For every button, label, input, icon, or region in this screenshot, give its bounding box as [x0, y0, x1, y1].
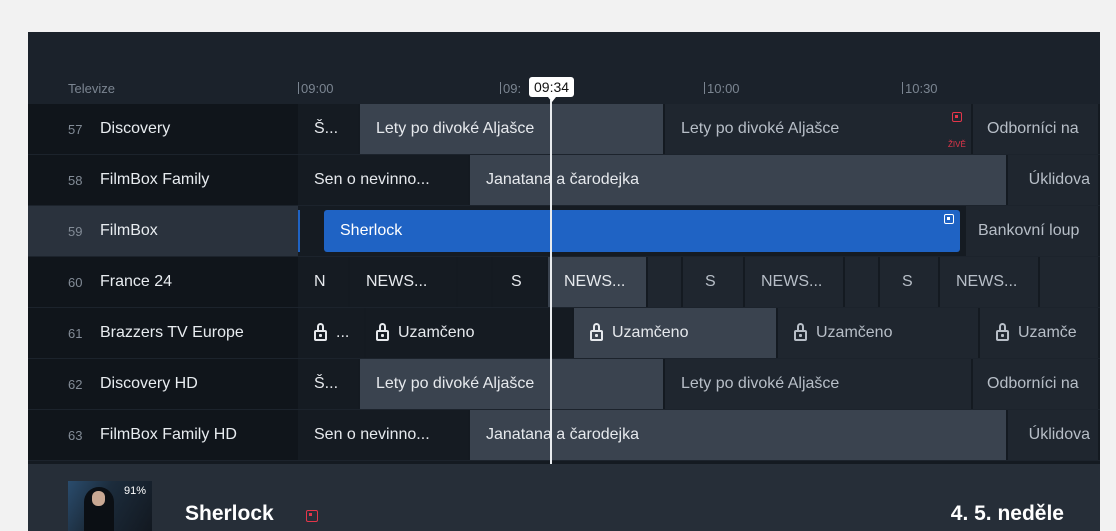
program-block[interactable]: Uzamčeno [778, 308, 980, 358]
program-block[interactable]: NEWS... [350, 257, 458, 307]
channel-number: 58 [68, 172, 83, 188]
time-tick: 10:30 [902, 81, 938, 96]
program-block[interactable]: Uzamče [980, 308, 1100, 358]
program-block[interactable]: Lety po divoké Aljašce [360, 359, 665, 409]
channel-number: 57 [68, 121, 83, 137]
channel-name: FilmBox Family [100, 171, 210, 188]
program-block[interactable]: Lety po divoké Aljašce ŽIVĚ [665, 104, 973, 154]
channel-row: 61 Brazzers TV Europe ... Uzamčeno Uzamč… [28, 308, 1100, 359]
program-strip: ... Uzamčeno Uzamčeno Uzamčeno Uzamče [298, 308, 1100, 359]
program-title: Sherlock [340, 222, 403, 239]
channel-row: 63 FilmBox Family HD Sen o nevinno... Ja… [28, 410, 1100, 461]
channel-name: Discovery [100, 120, 171, 137]
program-block[interactable]: NEWS... [548, 257, 648, 307]
epg-frame: Televize 09:00 09: 10:00 10:30 57 Discov… [28, 32, 1100, 531]
program-block[interactable]: Sen o nevinno... [298, 155, 470, 205]
program-block[interactable]: S [493, 257, 548, 307]
program-block[interactable]: S [880, 257, 940, 307]
program-strip: Š... Lety po divoké Aljašce Lety po divo… [298, 359, 1100, 410]
live-label: ŽIVĚ [948, 140, 966, 149]
lock-icon [590, 323, 603, 341]
channel-cell[interactable]: 59 FilmBox [28, 206, 298, 257]
current-time-line [550, 100, 552, 464]
channel-cell[interactable]: 63 FilmBox Family HD [28, 410, 298, 461]
record-icon[interactable] [306, 510, 318, 522]
record-icon [944, 214, 954, 224]
channel-cell[interactable]: 62 Discovery HD [28, 359, 298, 410]
lock-icon [314, 323, 327, 341]
program-block[interactable]: Odborníci na [973, 359, 1100, 409]
channel-number: 60 [68, 274, 83, 290]
program-block[interactable]: Lety po divoké Aljašce [665, 359, 973, 409]
time-tick: 09: [500, 81, 521, 96]
program-title: Lety po divoké Aljašce [681, 120, 840, 137]
program-block[interactable]: Úklidova [1008, 155, 1100, 205]
channel-number: 59 [68, 223, 83, 239]
selected-program[interactable]: Sherlock [324, 210, 960, 252]
lock-icon [794, 323, 807, 341]
program-detail-bar: 91% Sherlock 4. 5. neděle [28, 464, 1100, 531]
channel-cell[interactable]: 61 Brazzers TV Europe [28, 308, 298, 359]
channel-row: 57 Discovery Š... Lety po divoké Aljašce… [28, 104, 1100, 155]
current-time-label: 09:34 [529, 77, 575, 102]
channel-row: 58 FilmBox Family Sen o nevinno... Janat… [28, 155, 1100, 206]
program-block[interactable] [648, 257, 683, 307]
channel-row: 60 France 24 N NEWS... S NEWS... S NEWS.… [28, 257, 1100, 308]
program-block[interactable]: N [298, 257, 350, 307]
program-block[interactable] [1040, 257, 1100, 307]
channel-name: France 24 [100, 273, 173, 290]
program-thumbnail[interactable]: 91% [68, 481, 152, 531]
channel-cell[interactable]: 60 France 24 [28, 257, 298, 308]
channel-row-selected: 59 FilmBox Sherlock Bankovní loup [28, 206, 1100, 257]
progress-percent: 91% [124, 485, 147, 497]
lock-icon [996, 323, 1009, 341]
program-block[interactable]: Lety po divoké Aljašce [360, 104, 665, 154]
program-strip: N NEWS... S NEWS... S NEWS... S NEWS... [298, 257, 1100, 308]
program-block[interactable]: NEWS... [745, 257, 845, 307]
channel-row: 62 Discovery HD Š... Lety po divoké Alja… [28, 359, 1100, 410]
channel-cell[interactable]: 57 Discovery [28, 104, 298, 155]
time-tick: 09:00 [298, 81, 334, 96]
channel-number: 61 [68, 325, 83, 341]
program-block[interactable]: Š... [298, 359, 360, 409]
lock-icon [376, 323, 389, 341]
channel-name: Brazzers TV Europe [100, 324, 244, 341]
channel-number: 63 [68, 427, 83, 443]
program-date: 4. 5. neděle [950, 502, 1064, 525]
program-block[interactable] [458, 257, 493, 307]
channel-number: 62 [68, 376, 83, 392]
program-strip: Sherlock Bankovní loup [298, 206, 1100, 257]
channel-name: Discovery HD [100, 375, 198, 392]
program-block[interactable] [845, 257, 880, 307]
channel-name: FilmBox [100, 222, 158, 239]
program-block[interactable]: Bankovní loup [966, 206, 1100, 256]
program-block[interactable]: NEWS... [940, 257, 1040, 307]
channel-cell[interactable]: 58 FilmBox Family [28, 155, 298, 206]
program-block[interactable]: Uzamčeno [366, 308, 574, 358]
program-strip: Š... Lety po divoké Aljašce Lety po divo… [298, 104, 1100, 155]
program-block[interactable]: Uzamčeno [574, 308, 778, 358]
time-tick: 10:00 [704, 81, 740, 96]
program-block[interactable]: Úklidova [1008, 410, 1100, 460]
program-strip: Sen o nevinno... Janatana a čarodejka Úk… [298, 155, 1100, 206]
program-strip: Sen o nevinno... Janatana a čarodejka Úk… [298, 410, 1100, 461]
program-block[interactable]: S [683, 257, 745, 307]
program-title: Sherlock [185, 502, 274, 525]
program-block[interactable]: Š... [298, 104, 360, 154]
epg-grid: 57 Discovery Š... Lety po divoké Aljašce… [28, 104, 1100, 464]
record-icon [952, 112, 962, 122]
program-block[interactable]: ... [298, 308, 366, 358]
selection-edge [298, 210, 300, 252]
program-block[interactable]: Sen o nevinno... [298, 410, 470, 460]
channels-column-label: Televize [68, 81, 115, 96]
program-block[interactable]: Odborníci na [973, 104, 1100, 154]
channel-name: FilmBox Family HD [100, 426, 237, 443]
